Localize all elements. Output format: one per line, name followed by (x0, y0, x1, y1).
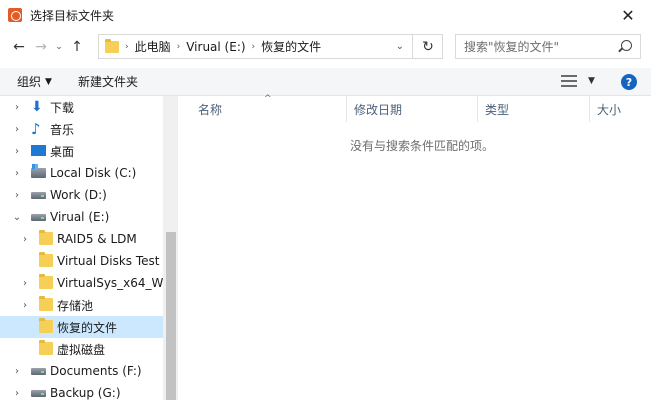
tree-item-label: 下载 (50, 100, 75, 115)
tree-item-label: 桌面 (50, 144, 75, 159)
expand-chevron-icon[interactable]: › (20, 294, 30, 316)
expand-chevron-icon[interactable]: › (12, 140, 22, 162)
scrollbar-thumb[interactable] (166, 232, 176, 400)
tree-item-drive-c[interactable]: › Local Disk (C:) (0, 162, 163, 184)
tree-item-storage-pool[interactable]: › 存储池 (0, 294, 163, 316)
expand-chevron-icon[interactable]: › (20, 228, 30, 250)
folder-icon (39, 296, 53, 311)
tree-item-downloads[interactable]: › 下载 (0, 96, 163, 118)
back-button[interactable]: ← (8, 35, 30, 59)
tree-item-recovered-files[interactable]: 恢复的文件 (0, 316, 163, 338)
breadcrumb-separator-icon[interactable]: › (177, 42, 181, 52)
recent-locations-button[interactable]: ⌄ (52, 35, 66, 59)
tree-item-music[interactable]: › 音乐 (0, 118, 163, 140)
dropdown-arrow-icon: ▼ (45, 76, 52, 87)
search-icon[interactable] (621, 40, 632, 51)
expand-chevron-icon[interactable]: › (12, 382, 22, 400)
tree-item-desktop[interactable]: › 桌面 (0, 140, 163, 162)
tree-item-label: 恢复的文件 (57, 320, 118, 335)
tree-item-drive-g[interactable]: › Backup (G:) (0, 382, 163, 400)
details-view-icon (561, 74, 577, 88)
new-folder-button[interactable]: 新建文件夹 (78, 73, 138, 90)
tree-item-label: Work (D:) (50, 188, 107, 202)
drive-icon (31, 368, 46, 375)
navigation-pane[interactable]: › 下载 › 音乐 › 桌面 › Local Disk (C:) › Work … (0, 96, 178, 400)
column-divider[interactable] (589, 96, 590, 122)
tree-item-label: Virtual Disks Test (57, 254, 160, 268)
folder-icon (39, 274, 53, 289)
breadcrumb-separator-icon[interactable]: › (125, 42, 129, 52)
breadcrumb-separator-icon[interactable]: › (252, 42, 256, 52)
folder-icon (39, 230, 53, 245)
breadcrumb-recovered-files[interactable]: 恢复的文件 (261, 38, 321, 55)
address-dropdown-icon[interactable]: ⌄ (396, 35, 404, 58)
expand-chevron-icon[interactable]: › (12, 118, 22, 140)
file-list-pane[interactable]: ^ 名称 修改日期 类型 大小 没有与搜索条件匹配的项。 (178, 94, 651, 400)
download-icon (31, 100, 45, 114)
expand-chevron-icon[interactable]: › (20, 272, 30, 294)
breadcrumb-drive-e[interactable]: Virual (E:) (186, 40, 245, 54)
tree-item-drive-f[interactable]: › Documents (F:) (0, 360, 163, 382)
tree-item-virtual-disks-test[interactable]: Virtual Disks Test (0, 250, 163, 272)
breadcrumb-this-pc[interactable]: 此电脑 (135, 38, 171, 55)
expand-chevron-icon[interactable]: › (12, 184, 22, 206)
drive-icon (31, 390, 46, 397)
tree-item-label: Local Disk (C:) (50, 166, 137, 180)
tree-item-label: 音乐 (50, 122, 75, 137)
column-header-modified[interactable]: 修改日期 (354, 96, 402, 122)
collapse-chevron-icon[interactable]: ⌄ (12, 206, 22, 228)
expand-chevron-icon[interactable]: › (12, 96, 22, 118)
empty-folder-message: 没有与搜索条件匹配的项。 (350, 139, 495, 153)
drive-icon (31, 192, 46, 199)
tree-item-label: 存储池 (57, 298, 94, 313)
column-header-name[interactable]: 名称 (198, 96, 222, 122)
close-button[interactable]: ✕ (605, 0, 651, 30)
folder-icon (39, 318, 53, 333)
title-bar: 选择目标文件夹 ✕ (0, 0, 651, 30)
forward-button[interactable]: → (30, 35, 52, 59)
dropdown-arrow-icon: ▼ (588, 76, 595, 86)
sort-ascending-icon: ^ (264, 94, 272, 104)
help-icon[interactable]: ? (621, 74, 637, 90)
tree-item-virtual-disk[interactable]: 虚拟磁盘 (0, 338, 163, 360)
tree-item-label: RAID5 & LDM (57, 232, 137, 246)
tree-item-drive-d[interactable]: › Work (D:) (0, 184, 163, 206)
up-button[interactable]: ↑ (66, 35, 88, 59)
navigation-bar: ← → ⌄ ↑ › 此电脑 › Virual (E:) › 恢复的文件 ⌄ ↻ (0, 30, 651, 64)
window-title: 选择目标文件夹 (30, 8, 115, 23)
tree-item-label: Documents (F:) (50, 364, 142, 378)
organize-label: 组织 (17, 75, 42, 89)
column-header-size[interactable]: 大小 (597, 96, 621, 122)
app-icon (8, 8, 22, 22)
tree-item-label: Backup (G:) (50, 386, 121, 400)
organize-button[interactable]: 组织 ▼ (17, 73, 52, 90)
folder-icon (105, 38, 119, 53)
search-box[interactable] (455, 34, 641, 59)
folder-icon (39, 252, 53, 267)
command-bar: 组织 ▼ 新建文件夹 ▼ ? (0, 68, 651, 96)
windows-drive-icon (31, 164, 46, 178)
column-header-type[interactable]: 类型 (485, 96, 509, 122)
search-input[interactable] (464, 39, 614, 54)
expand-chevron-icon[interactable]: › (12, 360, 22, 382)
music-icon (31, 122, 45, 136)
address-bar[interactable]: › 此电脑 › Virual (E:) › 恢复的文件 ⌄ (98, 34, 443, 59)
tree-item-raid5-ldm[interactable]: › RAID5 & LDM (0, 228, 163, 250)
tree-item-virtualsys[interactable]: › VirtualSys_x64_Win10 (0, 272, 163, 294)
column-divider[interactable] (346, 96, 347, 122)
expand-chevron-icon[interactable]: › (12, 162, 22, 184)
refresh-button[interactable]: ↻ (412, 34, 443, 59)
desktop-icon (31, 145, 46, 156)
column-divider[interactable] (477, 96, 478, 122)
tree-item-label: VirtualSys_x64_Win10 (57, 276, 163, 290)
tree-item-label: 虚拟磁盘 (57, 342, 106, 357)
tree-item-label: Virual (E:) (50, 210, 110, 224)
tree-item-drive-e[interactable]: ⌄ Virual (E:) (0, 206, 163, 228)
folder-icon (39, 340, 53, 355)
view-options-button[interactable]: ▼ (561, 74, 595, 88)
drive-icon (31, 214, 46, 221)
